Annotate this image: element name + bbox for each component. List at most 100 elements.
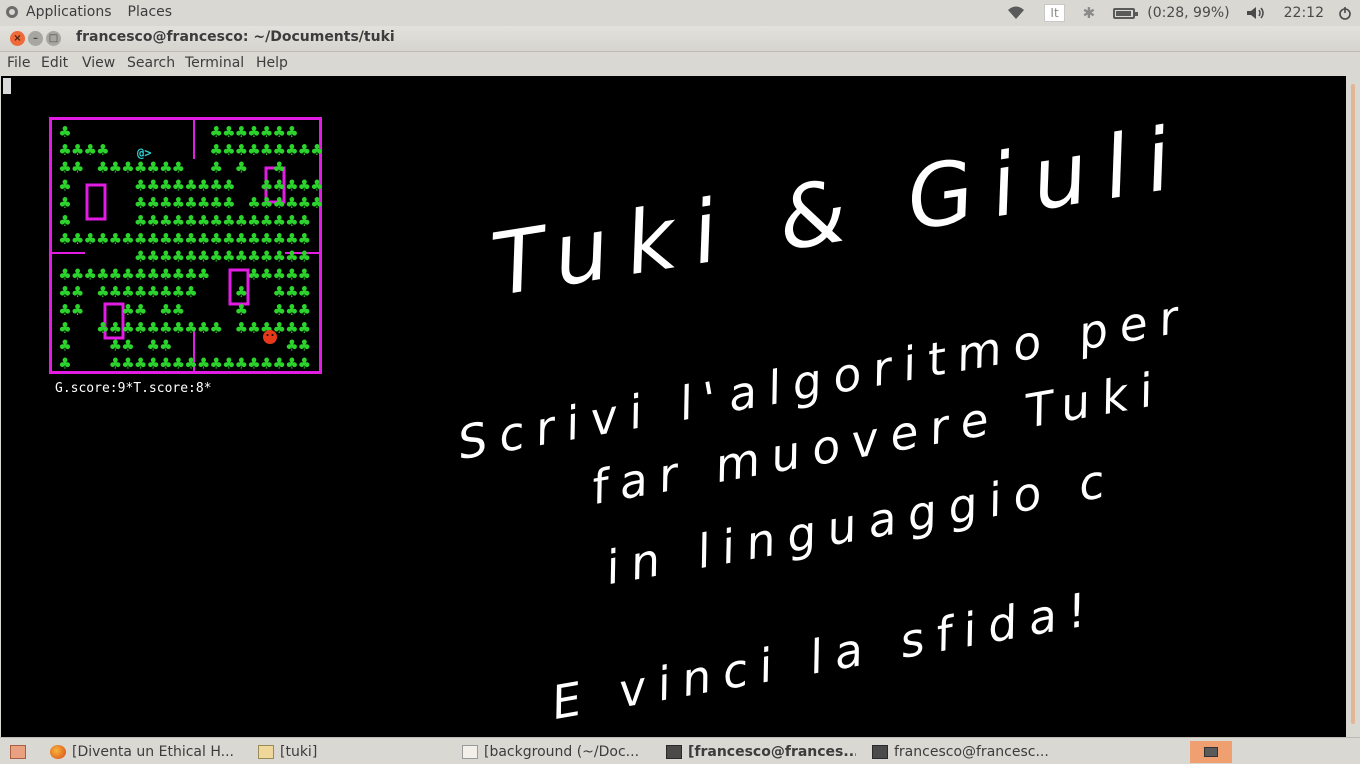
- clover-icon: ♣: [235, 354, 248, 372]
- minimize-window-button[interactable]: –: [28, 31, 43, 46]
- clover-icon: ♣: [197, 319, 210, 337]
- clover-icon: ♣: [146, 212, 159, 230]
- clover-icon: ♣: [172, 354, 185, 372]
- clover-icon: ♣: [109, 265, 122, 283]
- session-icon[interactable]: [1338, 6, 1352, 20]
- maximize-window-button[interactable]: □: [46, 31, 61, 46]
- clover-icon: ♣: [109, 319, 122, 337]
- clover-icon: ♣: [298, 176, 311, 194]
- clover-icon: ♣: [71, 141, 84, 159]
- places-menu[interactable]: Places: [128, 4, 173, 20]
- menu-terminal[interactable]: Terminal: [185, 55, 244, 71]
- clover-icon: ♣: [298, 230, 311, 248]
- show-desktop-button[interactable]: [4, 741, 28, 763]
- clover-icon: ♣: [285, 176, 298, 194]
- clover-icon: ♣: [222, 141, 235, 159]
- clover-icon: ♣: [121, 159, 134, 177]
- task-terminal-1[interactable]: [francesco@frances...: [660, 741, 856, 763]
- clover-icon: ♣: [184, 248, 197, 266]
- task-firefox[interactable]: [Diventa un Ethical H...: [44, 741, 240, 763]
- clover-icon: ♣: [247, 230, 260, 248]
- clover-icon: ♣: [285, 301, 298, 319]
- clover-icon: ♣: [134, 301, 147, 319]
- folder-icon: [258, 745, 274, 759]
- clover-icon: ♣: [285, 141, 298, 159]
- clover-icon: ♣: [197, 194, 210, 212]
- clover-icon: ♣: [134, 319, 147, 337]
- clover-icon: ♣: [260, 248, 273, 266]
- clock[interactable]: 22:12: [1284, 5, 1324, 21]
- clover-icon: ♣: [298, 248, 311, 266]
- clover-icon: ♣: [272, 265, 285, 283]
- workspace-switcher[interactable]: [1190, 741, 1232, 763]
- top-panel: Applications Places It ✱ (0:28, 99%) 22:…: [0, 0, 1360, 26]
- keyboard-layout-indicator[interactable]: It: [1044, 4, 1065, 22]
- clover-icon: ♣: [159, 230, 172, 248]
- maze-block: [85, 183, 107, 221]
- terminal-icon: [872, 745, 888, 759]
- bottom-taskbar: [Diventa un Ethical H... [tuki] [backgro…: [0, 737, 1360, 764]
- task-terminal-2[interactable]: francesco@francesc...: [866, 741, 1062, 763]
- menu-edit[interactable]: Edit: [41, 55, 68, 71]
- clover-icon: ♣: [146, 176, 159, 194]
- volume-icon[interactable]: [1246, 6, 1266, 20]
- clover-icon: ♣: [222, 212, 235, 230]
- enemy-ghost-eye: [271, 334, 274, 336]
- clover-icon: ♣: [247, 194, 260, 212]
- clover-icon: ♣: [285, 230, 298, 248]
- clover-icon: ♣: [285, 265, 298, 283]
- clover-icon: ♣: [159, 283, 172, 301]
- text-editor-icon: [462, 745, 478, 759]
- scrollbar-thumb[interactable]: [1351, 84, 1355, 724]
- task-label: [background (~/Doc...: [484, 744, 640, 760]
- terminal-scrollbar[interactable]: [1346, 76, 1360, 737]
- battery-icon[interactable]: [1113, 7, 1139, 19]
- close-window-button[interactable]: ×: [10, 31, 25, 46]
- clover-icon: ♣: [247, 354, 260, 372]
- wifi-icon[interactable]: [1006, 6, 1026, 20]
- clover-icon: ♣: [222, 230, 235, 248]
- clover-icon: ♣: [134, 159, 147, 177]
- clover-icon: ♣: [172, 265, 185, 283]
- clover-icon: ♣: [222, 248, 235, 266]
- clover-icon: ♣: [272, 176, 285, 194]
- terminal-menubar: File Edit View Search Terminal Help: [0, 52, 1360, 76]
- clover-icon: ♣: [146, 248, 159, 266]
- menu-help[interactable]: Help: [256, 55, 288, 71]
- clover-icon: ♣: [184, 283, 197, 301]
- firefox-icon: [50, 745, 66, 759]
- clover-icon: ♣: [134, 354, 147, 372]
- menu-file[interactable]: File: [7, 55, 30, 71]
- clover-field: ♣ ♣ ♣ ♣ ♣ ♣ ♣ ♣♣ ♣ ♣ ♣ ♣ ♣ ♣ ♣ ♣ ♣ ♣ ♣ ♣♣ ♣ ♣ ♣ ♣ ♣ ♣ ♣ ♣ ♣ ♣ ♣♣ ♣ ♣ ♣ ♣ ♣ ♣…: [58, 123, 323, 372]
- clover-icon: ♣: [272, 230, 285, 248]
- clover-icon: ♣: [58, 212, 71, 230]
- clover-icon: ♣: [285, 354, 298, 372]
- clover-icon: ♣: [184, 194, 197, 212]
- task-background-editor[interactable]: [background (~/Doc...: [456, 741, 652, 763]
- clover-icon: ♣: [134, 176, 147, 194]
- clover-icon: ♣: [58, 337, 71, 355]
- task-tuki-folder[interactable]: [tuki]: [252, 741, 448, 763]
- clover-icon: ♣: [96, 265, 109, 283]
- clover-icon: ♣: [235, 301, 248, 319]
- clover-icon: ♣: [298, 283, 311, 301]
- clover-icon: ♣: [172, 319, 185, 337]
- clover-icon: ♣: [298, 212, 311, 230]
- clover-icon: ♣: [121, 337, 134, 355]
- clover-icon: ♣: [285, 337, 298, 355]
- menu-search[interactable]: Search: [127, 55, 175, 71]
- menu-view[interactable]: View: [82, 55, 115, 71]
- clover-icon: ♣: [235, 141, 248, 159]
- applications-menu[interactable]: Applications: [26, 4, 112, 20]
- clover-icon: ♣: [298, 354, 311, 372]
- clover-icon: ♣: [159, 319, 172, 337]
- clover-icon: ♣: [121, 230, 134, 248]
- enemy-ghost-eye: [266, 334, 269, 336]
- clover-icon: ♣: [235, 212, 248, 230]
- clover-icon: ♣: [197, 248, 210, 266]
- clover-icon: ♣: [235, 159, 248, 177]
- clover-icon: ♣: [298, 265, 311, 283]
- bluetooth-icon[interactable]: ✱: [1083, 4, 1096, 22]
- clover-icon: ♣: [109, 283, 122, 301]
- terminal-area[interactable]: ♣ ♣ ♣ ♣ ♣ ♣ ♣ ♣ ♣ ♣ ♣ ♣ ♣ ♣ ♣ ♣ ♣ ♣ ♣ ♣ ♣ ♣ ♣ ♣ ♣ ♣ ♣ ♣ ♣ ♣ ♣ ♣ ♣ ♣ ♣ ♣ ♣ ♣ ♣ ♣…: [0, 76, 1346, 737]
